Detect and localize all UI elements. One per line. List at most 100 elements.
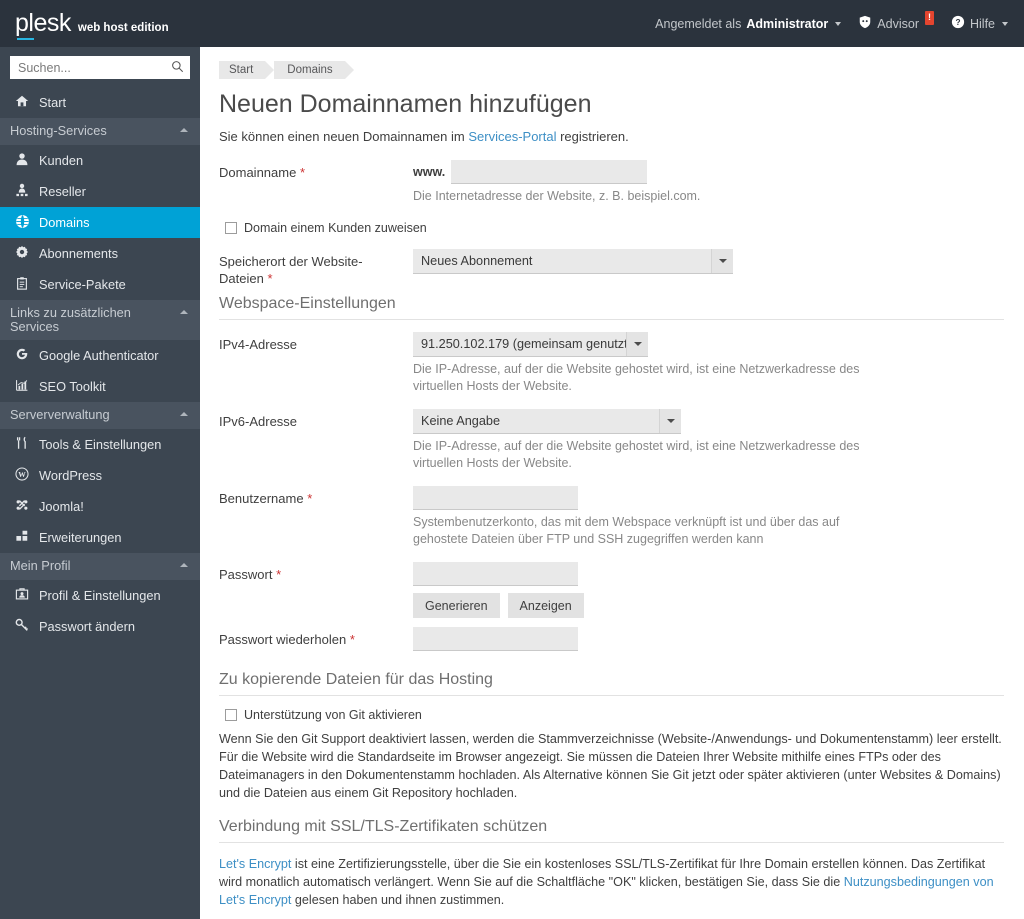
storage-location-label: Speicherort der Website- Dateien * xyxy=(219,249,413,287)
chevron-down-icon[interactable] xyxy=(659,409,681,433)
ipv6-select[interactable]: Keine Angabe xyxy=(413,409,681,434)
username-input[interactable] xyxy=(413,486,578,510)
ipv6-control: Keine Angabe Die IP-Adresse, auf der die… xyxy=(413,409,1004,482)
sidebar-item-label: Tools & Einstellungen xyxy=(39,437,162,452)
advisor-label: Advisor xyxy=(877,16,919,31)
user-menu[interactable]: Angemeldet als Administrator xyxy=(655,16,842,31)
password-repeat-input[interactable] xyxy=(413,627,578,651)
svg-text:?: ? xyxy=(955,17,960,27)
field-row-ipv4: IPv4-Adresse 91.250.102.179 (gemeinsam g… xyxy=(219,332,1004,405)
storage-location-select[interactable]: Neues Abonnement xyxy=(413,249,733,274)
sidebar-item-seo-toolkit[interactable]: SEO Toolkit xyxy=(0,371,200,402)
sidebar-item-wordpress[interactable]: W WordPress xyxy=(0,460,200,491)
sidebar-item-start[interactable]: Start xyxy=(0,87,200,118)
sidebar-item-label: Kunden xyxy=(39,153,84,168)
password-control: Generieren Anzeigen xyxy=(413,562,1004,618)
sidebar-item-abonnements[interactable]: Abonnements xyxy=(0,238,200,269)
lets-encrypt-link[interactable]: Let's Encrypt xyxy=(219,857,291,871)
sidebar-item-joomla[interactable]: Joomla! xyxy=(0,491,200,522)
help-circle-icon: ? xyxy=(951,15,965,32)
top-bar: plesk web host edition Angemeldet als Ad… xyxy=(0,0,1024,47)
intro-text: Sie können einen neuen Domainnamen im Se… xyxy=(219,129,1004,144)
gear-icon xyxy=(14,245,30,262)
git-support-checkbox[interactable] xyxy=(225,709,237,721)
search-input[interactable] xyxy=(16,59,171,76)
user-name: Administrator xyxy=(746,16,829,31)
package-icon xyxy=(14,276,30,293)
ipv4-control: 91.250.102.179 (gemeinsam genutzt) Die I… xyxy=(413,332,1004,405)
sidebar: Start Hosting-Services Kunden Reseller D… xyxy=(0,47,200,919)
ipv4-value: 91.250.102.179 (gemeinsam genutzt) xyxy=(421,337,632,351)
git-support-label: Unterstützung von Git aktivieren xyxy=(244,708,422,722)
sidebar-item-tools-einstellungen[interactable]: Tools & Einstellungen xyxy=(0,429,200,460)
sidebar-group-mein-profil[interactable]: Mein Profil xyxy=(0,553,200,580)
storage-label-line2: Dateien xyxy=(219,271,264,286)
sidebar-item-domains[interactable]: Domains xyxy=(0,207,200,238)
search-icon[interactable] xyxy=(171,60,184,76)
main-content: Start Domains Neuen Domainnamen hinzufüg… xyxy=(200,47,1024,919)
password-repeat-control xyxy=(413,627,1004,651)
required-asterisk: * xyxy=(307,491,313,506)
sidebar-group-links-zusaetzliche-services[interactable]: Links zu zusätzlichen Services xyxy=(0,300,200,340)
breadcrumb-item-domains[interactable]: Domains xyxy=(274,61,355,79)
logo-edition: web host edition xyxy=(77,22,169,34)
ipv6-label: IPv6-Adresse xyxy=(219,414,298,429)
sidebar-item-label: SEO Toolkit xyxy=(39,379,106,394)
google-icon xyxy=(14,347,30,364)
collapse-caret-icon xyxy=(180,310,188,314)
field-row-password-repeat: Passwort wiederholen * xyxy=(219,627,1004,651)
breadcrumb-item-start[interactable]: Start xyxy=(219,61,275,79)
services-portal-link[interactable]: Services-Portal xyxy=(468,129,556,144)
domainname-label-text: Domainname xyxy=(219,165,297,180)
sidebar-item-label: Erweiterungen xyxy=(39,530,122,545)
sidebar-item-reseller[interactable]: Reseller xyxy=(0,176,200,207)
chevron-down-icon xyxy=(835,21,842,26)
sidebar-item-service-pakete[interactable]: Service-Pakete xyxy=(0,269,200,300)
git-support-row[interactable]: Unterstützung von Git aktivieren xyxy=(225,708,1004,722)
username-label-text: Benutzername xyxy=(219,491,304,506)
help-menu[interactable]: ? Hilfe xyxy=(951,15,1008,32)
advisor-badge: ! xyxy=(924,10,934,25)
svg-text:W: W xyxy=(18,470,26,479)
generate-password-button[interactable]: Generieren xyxy=(413,593,500,618)
sidebar-item-label: Reseller xyxy=(39,184,86,199)
ipv6-hint: Die IP-Adresse, auf der die Website geho… xyxy=(413,439,860,470)
joomla-icon xyxy=(14,498,30,515)
assign-customer-checkbox[interactable] xyxy=(225,222,237,234)
breadcrumb: Start Domains xyxy=(219,61,1004,79)
sidebar-item-erweiterungen[interactable]: Erweiterungen xyxy=(0,522,200,553)
field-row-password: Passwort * Generieren Anzeigen xyxy=(219,562,1004,618)
sidebar-group-serververwaltung[interactable]: Serververwaltung xyxy=(0,402,200,429)
ipv4-select[interactable]: 91.250.102.179 (gemeinsam genutzt) xyxy=(413,332,648,357)
sidebar-item-label: Google Authenticator xyxy=(39,348,159,363)
field-row-username: Benutzername * Systembenutzerkonto, das … xyxy=(219,486,1004,558)
collapse-caret-icon xyxy=(180,412,188,416)
chevron-down-icon[interactable] xyxy=(626,332,648,356)
ssl-section-title: Verbindung mit SSL/TLS-Zertifikaten schü… xyxy=(219,818,1004,843)
sidebar-item-label: Abonnements xyxy=(39,246,118,261)
chevron-down-icon[interactable] xyxy=(711,249,733,273)
username-label: Benutzername * xyxy=(219,486,413,558)
sidebar-item-kunden[interactable]: Kunden xyxy=(0,145,200,176)
sidebar-group-hosting-services[interactable]: Hosting-Services xyxy=(0,118,200,145)
search-box[interactable] xyxy=(10,56,190,79)
reseller-icon xyxy=(14,183,30,200)
wordpress-icon: W xyxy=(14,467,30,484)
domainname-hint: Die Internetadresse der Website, z. B. b… xyxy=(413,189,701,203)
password-input[interactable] xyxy=(413,562,578,586)
sidebar-item-passwort-aendern[interactable]: Passwort ändern xyxy=(0,611,200,642)
domainname-input[interactable] xyxy=(451,160,648,184)
show-password-button[interactable]: Anzeigen xyxy=(507,593,584,618)
assign-customer-label: Domain einem Kunden zuweisen xyxy=(244,221,427,235)
logo-text: plesk xyxy=(15,11,71,40)
assign-customer-row[interactable]: Domain einem Kunden zuweisen xyxy=(225,221,1004,235)
storage-label-line1: Speicherort der Website- xyxy=(219,254,363,269)
password-buttons: Generieren Anzeigen xyxy=(413,593,1004,618)
sidebar-item-google-authenticator[interactable]: Google Authenticator xyxy=(0,340,200,371)
sidebar-item-profil-einstellungen[interactable]: Profil & Einstellungen xyxy=(0,580,200,611)
advisor-menu[interactable]: Advisor ! xyxy=(858,10,934,32)
chart-icon xyxy=(14,378,30,395)
logo[interactable]: plesk web host edition xyxy=(0,11,200,40)
username-hint: Systembenutzerkonto, das mit dem Webspac… xyxy=(413,515,840,546)
required-asterisk: * xyxy=(349,632,355,647)
